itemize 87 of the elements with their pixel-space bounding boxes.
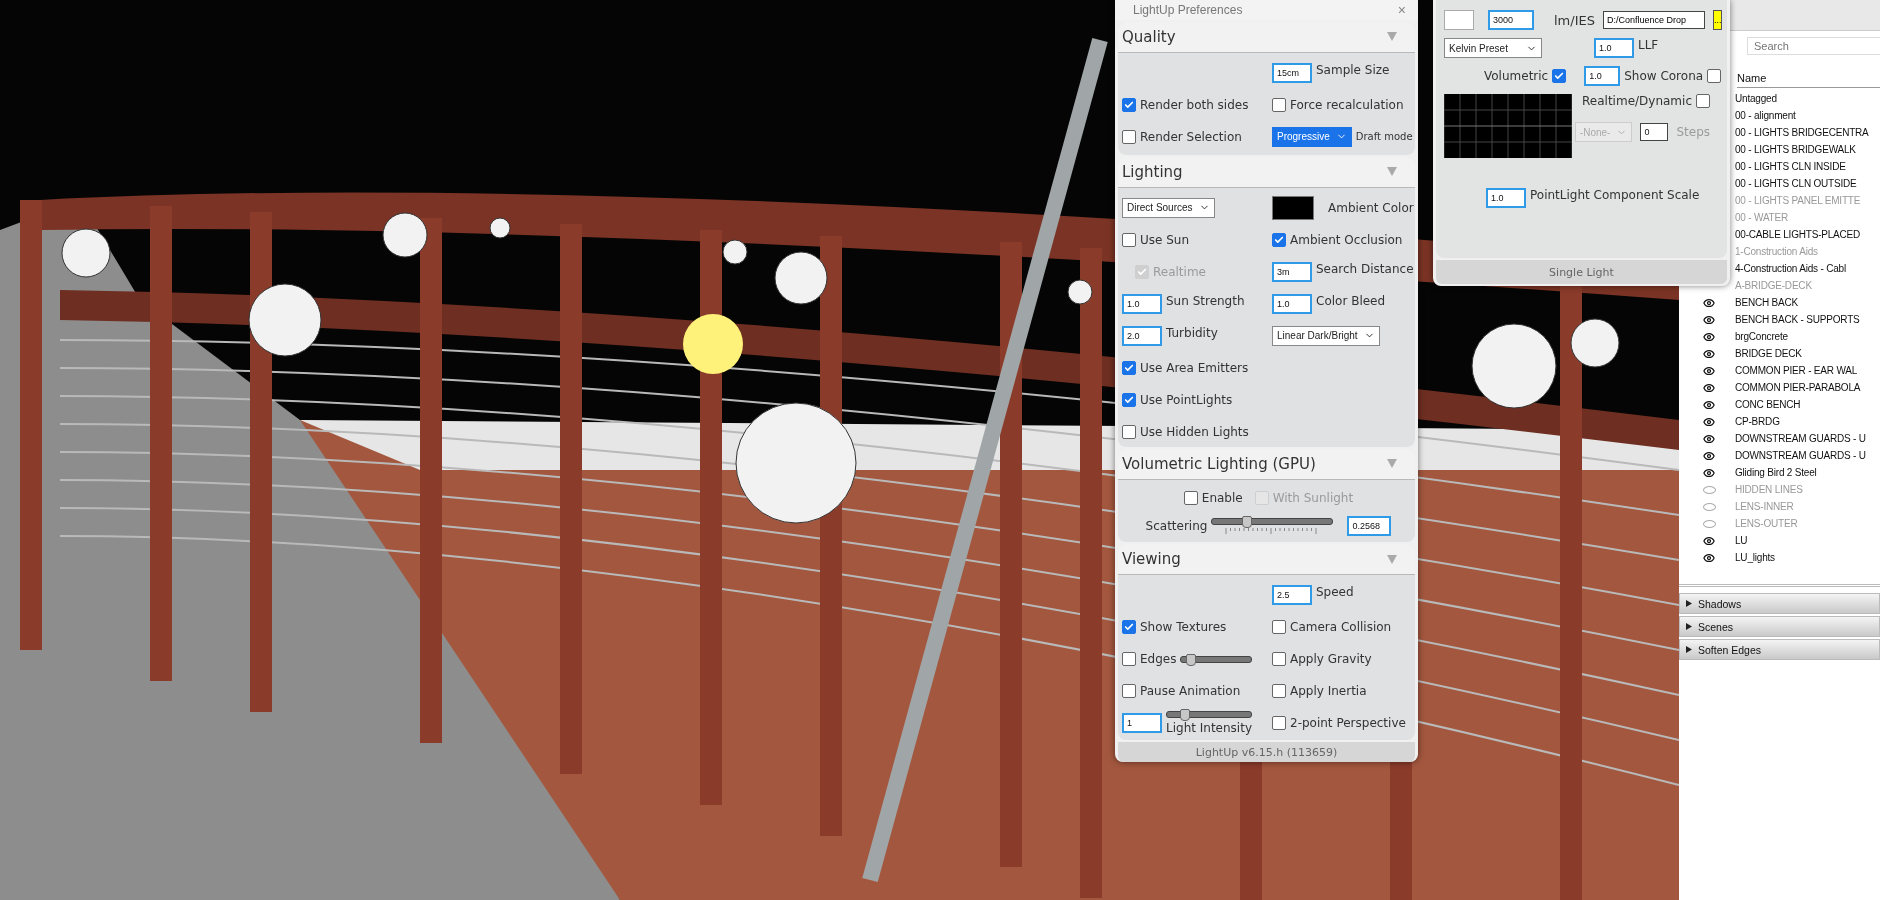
field-label: Sample Size (1316, 62, 1390, 77)
tag-name[interactable]: Untagged (1735, 93, 1777, 104)
slider-label: Light Intensity (1166, 721, 1252, 736)
browse-button[interactable]: ... (1712, 10, 1723, 30)
color-label: Ambient Color (1328, 200, 1414, 215)
ies-path-field[interactable]: D:/Confluence Drop (1602, 11, 1705, 29)
number-field[interactable]: 15cm (1272, 62, 1312, 83)
checkbox-label: Edges (1140, 652, 1177, 667)
number-field[interactable]: 3m (1272, 261, 1312, 282)
number-field[interactable]: 2.0 (1122, 325, 1162, 346)
number-field[interactable]: 1.0 (1584, 66, 1621, 86)
window-title: LightUp Preferences (1133, 2, 1243, 17)
tag-name[interactable]: COMMON PIER - EAR WAL (1735, 365, 1858, 376)
number-field[interactable]: 3000 (1488, 10, 1534, 30)
number-field[interactable]: 0 (1640, 123, 1669, 141)
tag-name[interactable]: DOWNSTREAM GUARDS - U (1735, 450, 1866, 461)
tag-name[interactable]: 00 - alignment (1735, 110, 1796, 121)
field-label: LLF (1638, 38, 1659, 52)
checkbox-label: Show Textures (1140, 620, 1227, 635)
field-label: Speed (1316, 585, 1354, 600)
checkbox-label: 2-point Perspective (1290, 716, 1406, 731)
checkbox-label: Render Selection (1140, 129, 1242, 144)
number-field[interactable]: 1.0 (1272, 293, 1312, 314)
checkbox-label: Camera Collision (1290, 620, 1392, 635)
number-field[interactable]: 1.0 (1122, 293, 1162, 314)
section-title: Lighting (1122, 162, 1183, 181)
tag-name[interactable]: 00 - LIGHTS CLN OUTSIDE (1735, 178, 1857, 189)
column-header: Name (1737, 72, 1767, 84)
tag-name[interactable]: 00-CABLE LIGHTS-PLACED (1735, 229, 1861, 240)
checkbox-label: Use PointLights (1140, 392, 1233, 407)
search-field[interactable]: Search (1747, 37, 1880, 55)
checkbox-label: Render both sides (1140, 97, 1249, 112)
field-label: PointLight Component Scale (1530, 188, 1700, 202)
field-label: Steps (1676, 125, 1710, 139)
dropdown[interactable]: Progressive (1272, 126, 1352, 147)
field-label: Turbidity (1166, 325, 1218, 340)
section-title: Quality (1122, 27, 1176, 46)
checkbox-label: With Sunlight (1272, 490, 1354, 505)
checkbox-label: Use Sun (1140, 232, 1190, 247)
tag-name[interactable]: LU (1735, 535, 1748, 546)
tag-name[interactable]: brgConcrete (1735, 331, 1788, 342)
tag-name[interactable]: CP-BRDG (1735, 416, 1780, 427)
dropdown-note: Draft mode (1355, 131, 1413, 143)
tag-name[interactable]: 4-Construction Aids - Cabl (1735, 263, 1846, 274)
window-footer-title: Single Light (1549, 265, 1614, 279)
number-field[interactable]: 1 (1122, 713, 1162, 734)
checkbox-label: Ambient Occlusion (1290, 232, 1403, 247)
checkbox-label: Apply Gravity (1290, 652, 1372, 667)
checkbox-label: Volumetric (1484, 69, 1549, 83)
field-label: Color Bleed (1316, 293, 1386, 308)
checkbox-label: Realtime (1153, 264, 1206, 279)
tag-name[interactable]: BENCH BACK (1735, 297, 1798, 308)
tag-name[interactable]: 00 - LIGHTS CLN INSIDE (1735, 161, 1846, 172)
dropdown[interactable]: Linear Dark/Bright (1272, 325, 1380, 346)
tray-panel-header[interactable]: Soften Edges (1679, 639, 1880, 660)
unit-label: lm/IES (1554, 12, 1595, 28)
field-label: Search Distance (1316, 261, 1414, 276)
checkbox-label: Pause Animation (1140, 684, 1241, 699)
version-label: LightUp v6.15.h (113659) (1195, 745, 1338, 759)
tag-name[interactable]: Gliding Bird 2 Steel (1735, 467, 1817, 478)
tag-name[interactable]: 00 - LIGHTS BRIDGECENTRA (1735, 127, 1869, 138)
slider-label: Scattering (1145, 518, 1208, 533)
checkbox-label: Use Area Emitters (1140, 360, 1249, 375)
tag-name[interactable]: CONC BENCH (1735, 399, 1801, 410)
number-field[interactable]: 1.0 (1486, 188, 1526, 208)
checkbox-label: Enable (1201, 490, 1243, 505)
tag-name[interactable]: BRIDGE DECK (1735, 348, 1802, 359)
dropdown[interactable]: Direct Sources (1122, 197, 1215, 218)
tag-name[interactable]: 00 - LIGHTS BRIDGEWALK (1735, 144, 1856, 155)
checkbox-label: Apply Inertia (1290, 684, 1367, 699)
number-field[interactable]: 2.5 (1272, 585, 1312, 606)
tray-panel-header[interactable]: Scenes (1679, 616, 1880, 637)
tray-panel-header[interactable]: Shadows (1679, 593, 1880, 614)
checkbox-label: Realtime/Dynamic (1582, 94, 1692, 108)
tag-name[interactable]: COMMON PIER-PARABOLA (1735, 382, 1861, 393)
section-title: Viewing (1122, 550, 1181, 569)
number-field[interactable]: 1.0 (1594, 38, 1634, 58)
tag-name[interactable]: DOWNSTREAM GUARDS - U (1735, 433, 1866, 444)
checkbox-label: Show Corona (1624, 69, 1704, 83)
checkbox-label: Use Hidden Lights (1140, 424, 1249, 439)
dropdown[interactable]: Kelvin Preset (1444, 38, 1542, 58)
tag-name[interactable]: BENCH BACK - SUPPORTS (1735, 314, 1860, 325)
checkbox-label: Force recalculation (1290, 97, 1404, 112)
field-label: Sun Strength (1166, 293, 1245, 308)
section-title: Volumetric Lighting (GPU) (1122, 454, 1316, 473)
tag-name[interactable]: LU_lights (1735, 552, 1775, 563)
number-field[interactable]: 0.2568 (1347, 515, 1392, 536)
